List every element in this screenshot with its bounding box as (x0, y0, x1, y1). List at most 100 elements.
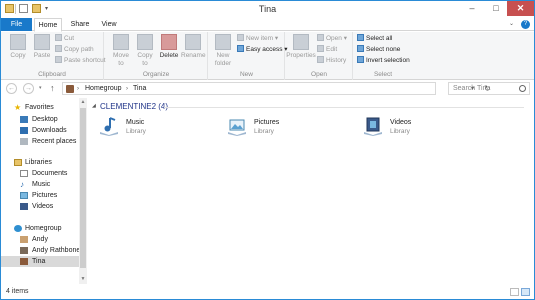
details-view-icon[interactable] (510, 288, 519, 296)
library-item-music[interactable]: Music Library (98, 116, 218, 138)
collapse-ribbon-icon[interactable]: ⌄ (509, 20, 514, 27)
title-bar: ▾ Tina – □ ✕ (1, 1, 534, 18)
delete-icon (161, 34, 177, 50)
select-all-button[interactable]: Select all (357, 34, 392, 44)
breadcrumb-homegroup[interactable]: Homegroup (85, 84, 122, 94)
history-icon (317, 56, 324, 63)
library-name: Pictures (254, 119, 280, 126)
open-icon (317, 34, 324, 41)
library-item-pictures[interactable]: Pictures Library (226, 116, 346, 138)
status-bar: 4 items (1, 286, 534, 299)
copy-path-icon (55, 45, 62, 52)
tab-home[interactable]: Home (34, 18, 62, 32)
up-button[interactable]: ↑ (50, 83, 55, 93)
nav-item-documents[interactable]: Documents (1, 168, 79, 179)
new-item-icon (237, 34, 244, 41)
nav-item-desktop[interactable]: Desktop (1, 114, 79, 125)
paste-button[interactable]: Paste (31, 34, 53, 60)
back-button[interactable]: ← (6, 83, 17, 94)
nav-item-andy-rathbone[interactable]: Andy Rathbone (1, 245, 80, 256)
copy-to-button[interactable]: Copy to (134, 34, 156, 68)
search-input[interactable]: Search Tina (448, 82, 530, 95)
properties-button[interactable]: Properties (286, 34, 316, 60)
library-name: Videos (390, 119, 412, 126)
new-group: New folder New item ▾ Easy access ▾ New (209, 32, 288, 80)
search-icon[interactable] (519, 85, 526, 92)
new-folder-big-icon (215, 34, 231, 50)
open-group: Properties Open ▾ Edit History Open (286, 32, 353, 80)
breadcrumb-separator-icon[interactable]: › (126, 84, 128, 94)
nav-item-music[interactable]: ♪ Music (1, 179, 79, 190)
tab-share[interactable]: Share (67, 18, 93, 31)
navigation-pane: ★ Favorites Desktop Downloads Recent pla… (1, 98, 90, 286)
group-header[interactable]: CLEMENTINE2 (4) (100, 102, 168, 111)
new-item-button[interactable]: New item ▾ (237, 34, 278, 44)
invert-selection-icon (357, 56, 364, 63)
nav-scrollbar[interactable]: ▲ ▼ (79, 98, 87, 284)
move-to-button[interactable]: Move to (110, 34, 132, 68)
videos-library-icon (364, 117, 382, 136)
tab-file[interactable]: File (1, 18, 32, 31)
select-group: Select all Select none Invert selection … (354, 32, 412, 80)
documents-icon (20, 170, 28, 177)
organize-group: Move to Copy to Delete Rename Organize (105, 32, 208, 80)
breadcrumb-separator-icon[interactable]: › (77, 84, 79, 94)
new-folder-button[interactable]: New folder (211, 34, 235, 68)
nav-favorites[interactable]: ★ Favorites (1, 102, 79, 113)
select-none-button[interactable]: Select none (357, 45, 400, 55)
window-title: Tina (258, 4, 277, 14)
delete-button[interactable]: Delete (158, 34, 180, 60)
scroll-up-icon[interactable]: ▲ (79, 99, 87, 105)
scroll-down-icon[interactable]: ▼ (79, 276, 87, 282)
music-library-icon (100, 117, 118, 136)
nav-item-pictures[interactable]: Pictures (1, 190, 79, 201)
edit-button[interactable]: Edit (317, 45, 337, 55)
paste-shortcut-button[interactable]: Paste shortcut (55, 56, 106, 66)
nav-item-downloads[interactable]: Downloads (1, 125, 79, 136)
open-button[interactable]: Open ▾ (317, 34, 347, 44)
group-divider (164, 107, 524, 108)
address-bar[interactable]: › Homegroup › Tina ▾ ↻ (62, 82, 491, 95)
recent-locations-icon[interactable]: ▾ (39, 85, 42, 91)
close-button[interactable]: ✕ (507, 1, 534, 16)
collapse-group-icon[interactable]: ◢ (92, 103, 96, 109)
nav-scrollbar-thumb[interactable] (80, 108, 86, 268)
help-icon[interactable]: ? (521, 20, 530, 29)
rename-button[interactable]: Rename (181, 34, 206, 60)
copy-path-button[interactable]: Copy path (55, 45, 94, 55)
nav-item-videos[interactable]: Videos (1, 201, 79, 212)
history-button[interactable]: History (317, 56, 346, 66)
nav-homegroup[interactable]: Homegroup (1, 223, 79, 234)
ribbon: Copy Paste Cut Copy path Paste shortcut … (1, 32, 534, 80)
address-row: ← → ▾ ↑ › Homegroup › Tina ▾ ↻ Search Ti… (1, 80, 534, 97)
easy-access-button[interactable]: Easy access ▾ (237, 45, 288, 55)
paste-icon (34, 34, 50, 50)
nav-item-andy[interactable]: Andy (1, 234, 79, 245)
library-name: Music (126, 119, 145, 126)
breadcrumb-tina[interactable]: Tina (133, 84, 146, 94)
large-icons-view-icon[interactable] (521, 288, 530, 296)
ribbon-tabs: File Home Share View ⌄ ? (1, 18, 534, 32)
edit-icon (317, 45, 324, 52)
clipboard-group: Copy Paste Cut Copy path Paste shortcut … (1, 32, 106, 80)
cut-button[interactable]: Cut (55, 34, 74, 44)
select-group-label: Select (373, 71, 393, 78)
desktop-icon (20, 116, 28, 123)
tab-view[interactable]: View (97, 18, 121, 31)
nav-libraries[interactable]: Libraries (1, 157, 79, 168)
forward-button[interactable]: → (23, 83, 34, 94)
invert-selection-button[interactable]: Invert selection (357, 56, 410, 66)
scissors-icon (55, 34, 62, 41)
pictures-icon (20, 192, 28, 199)
recent-places-icon (20, 138, 28, 145)
maximize-button[interactable]: □ (485, 1, 507, 16)
clipboard-group-label: Clipboard (38, 71, 66, 78)
organize-group-label: Organize (142, 71, 170, 78)
nav-item-recent-places[interactable]: Recent places (1, 136, 79, 147)
library-item-videos[interactable]: Videos Library (362, 116, 482, 138)
pictures-library-icon (228, 119, 246, 136)
user-avatar-icon (20, 247, 28, 254)
copy-button[interactable]: Copy (7, 34, 29, 60)
minimize-button[interactable]: – (461, 1, 483, 16)
nav-item-tina[interactable]: Tina (1, 256, 79, 267)
